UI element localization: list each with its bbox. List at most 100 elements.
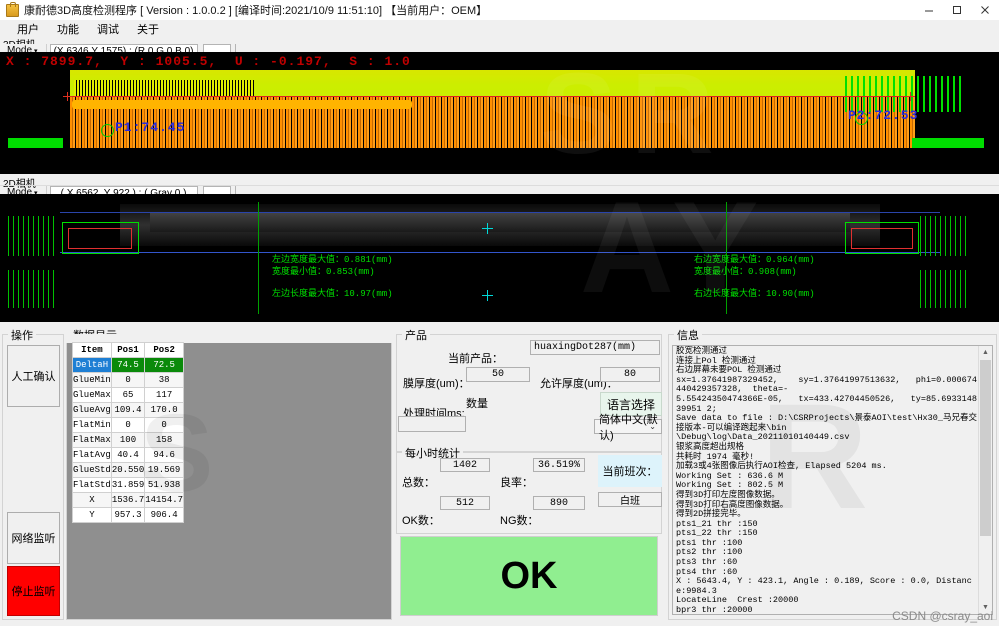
table-cell-item: GlueStd [73,463,112,478]
product-panel-title: 产品 [402,327,430,343]
shift-label: 当前班次： [598,455,662,487]
point-cloud-strip [72,100,412,109]
table-row[interactable]: GlueStd20.55019.569 [73,463,184,478]
table-row[interactable]: FlatStd31.85951.938 [73,478,184,493]
table-cell-item: X [73,493,112,508]
menu-item-function[interactable]: 功能 [48,20,88,38]
table-cell-item: FlatMin [73,418,112,433]
allow-thickness-input[interactable]: 80 [600,367,660,382]
log-scrollbar[interactable]: ▲ ▼ [978,346,992,614]
menu-item-debug[interactable]: 调试 [88,20,128,38]
marker-cross-left [63,92,72,101]
table-cell-pos2: 72.5 [145,358,184,373]
maximize-button[interactable] [943,0,971,20]
table-cell-pos1: 0 [111,418,144,433]
column-header-pos2: Pos2 [145,343,184,358]
roi-inner-left [68,228,132,249]
process-time-value[interactable] [398,416,466,432]
quantity-label: 数量 [466,395,488,411]
reference-line [70,96,915,97]
close-button[interactable] [971,0,999,20]
table-cell-pos2: 19.569 [145,463,184,478]
shift-value: 白班 [598,492,662,507]
table-cell-pos1: 31.859 [111,478,144,493]
result-status-box: OK [400,536,658,616]
table-cell-pos1: 1536.7 [111,493,144,508]
camera-3d-coordinate-overlay: X : 7899.7, Y : 1005.5, U : -0.197, S : … [6,54,411,69]
info-panel-title: 信息 [674,327,702,343]
table-cell-pos2: 14154.7 [145,493,184,508]
table-cell-pos2: 38 [145,373,184,388]
table-row[interactable]: GlueAvg109.4170.0 [73,403,184,418]
point-cloud-comb-right [845,76,963,112]
title-bar: 康耐德3D高度检测程序 [ Version : 1.0.0.2 ] [编译时间:… [0,0,999,21]
scroll-up-icon[interactable]: ▲ [979,346,992,359]
table-row[interactable]: FlatAvg40.494.6 [73,448,184,463]
table-row[interactable]: DeltaH74.572.5 [73,358,184,373]
table-row[interactable]: X1536.714154.7 [73,493,184,508]
table-cell-item: FlatStd [73,478,112,493]
csdn-watermark: CSDN @csray_aoi [892,609,993,623]
stop-listen-button[interactable]: 停止监听 [7,566,60,616]
chevron-down-icon: ⌄ [649,422,656,431]
menu-item-user[interactable]: 用户 [8,20,48,38]
manual-confirm-button[interactable]: 人工确认 [7,345,60,407]
table-cell-pos1: 957.3 [111,508,144,523]
measurement-table[interactable]: Item Pos1 Pos2 DeltaH74.572.5GlueMin038G… [72,342,184,523]
scroll-thumb[interactable] [980,360,991,536]
table-cell-item: GlueMin [73,373,112,388]
yield-rate-value: 36.519% [533,458,585,472]
point-label-1: P1:74.45 [115,120,185,135]
language-dropdown[interactable]: 简体中文(默认) ⌄ [594,419,662,434]
column-header-item: Item [73,343,112,358]
table-cell-pos1: 20.550 [111,463,144,478]
log-output-box[interactable]: 胶宽检测通过 连接上Pol 检测通过 右边屏幕未要POL 检测通过 sx=1.3… [672,345,993,615]
table-row[interactable]: FlatMin00 [73,418,184,433]
table-cell-item: FlatMax [73,433,112,448]
ok-count-label: OK数： [402,512,440,528]
operation-panel-title: 操作 [8,327,36,343]
film-thickness-input[interactable]: 50 [466,367,530,382]
current-product-value[interactable]: huaxingDot287(mm) [530,340,660,355]
table-cell-pos1: 100 [111,433,144,448]
table-row[interactable]: Y957.3906.4 [73,508,184,523]
menu-item-about[interactable]: 关于 [128,20,168,38]
ng-count-label: NG数： [500,512,539,528]
table-cell-pos2: 51.938 [145,478,184,493]
table-row[interactable]: FlatMax100158 [73,433,184,448]
camera-3d-view[interactable]: P1:74.45 P2:72.53 X : 7899.7, Y : 1005.5… [0,52,999,174]
minimize-button[interactable] [915,0,943,20]
table-cell-pos1: 109.4 [111,403,144,418]
film-thickness-label: 膜厚度(um)： [403,375,470,391]
green-bar-right [912,138,984,148]
table-row[interactable]: GlueMin038 [73,373,184,388]
roi-inner-right [851,228,913,249]
point-label-2: P2:72.53 [848,108,918,123]
camera-2d-view[interactable]: 左边宽度最大值：0.881(mm) 宽度最小值：0.853(mm) 左边长度最大… [0,194,999,322]
annotation-left-width-min: 宽度最小值：0.853(mm) [272,264,375,277]
total-count-label: 总数： [402,474,435,490]
application-window: 康耐德3D高度检测程序 [ Version : 1.0.0.2 ] [编译时间:… [0,0,999,626]
center-crosshair-top [482,223,493,234]
table-cell-pos2: 94.6 [145,448,184,463]
table-cell-pos2: 0 [145,418,184,433]
window-controls [915,0,999,20]
table-cell-pos2: 158 [145,433,184,448]
table-cell-item: Y [73,508,112,523]
table-cell-item: GlueAvg [73,403,112,418]
network-listen-button[interactable]: 网络监听 [7,512,60,564]
measure-point-1 [101,124,114,137]
center-crosshair-bottom [482,290,493,301]
log-text: 胶宽检测通过 连接上Pol 检测通过 右边屏幕未要POL 检测通过 sx=1.3… [676,347,978,615]
table-cell-item: DeltaH [73,358,112,373]
scale-ticks-right-lower [920,270,970,308]
current-product-label: 当前产品： [448,350,503,366]
table-body: DeltaH74.572.5GlueMin038GlueMax65117Glue… [73,358,184,523]
annotation-left-length-max: 左边长度最大值：10.97(mm) [272,286,393,299]
green-bar-left [8,138,63,148]
table-row[interactable]: GlueMax65117 [73,388,184,403]
table-cell-pos2: 906.4 [145,508,184,523]
table-cell-pos1: 65 [111,388,144,403]
menu-bar: 用户 功能 调试 关于 [0,20,999,37]
marker-cross-right [906,92,915,101]
